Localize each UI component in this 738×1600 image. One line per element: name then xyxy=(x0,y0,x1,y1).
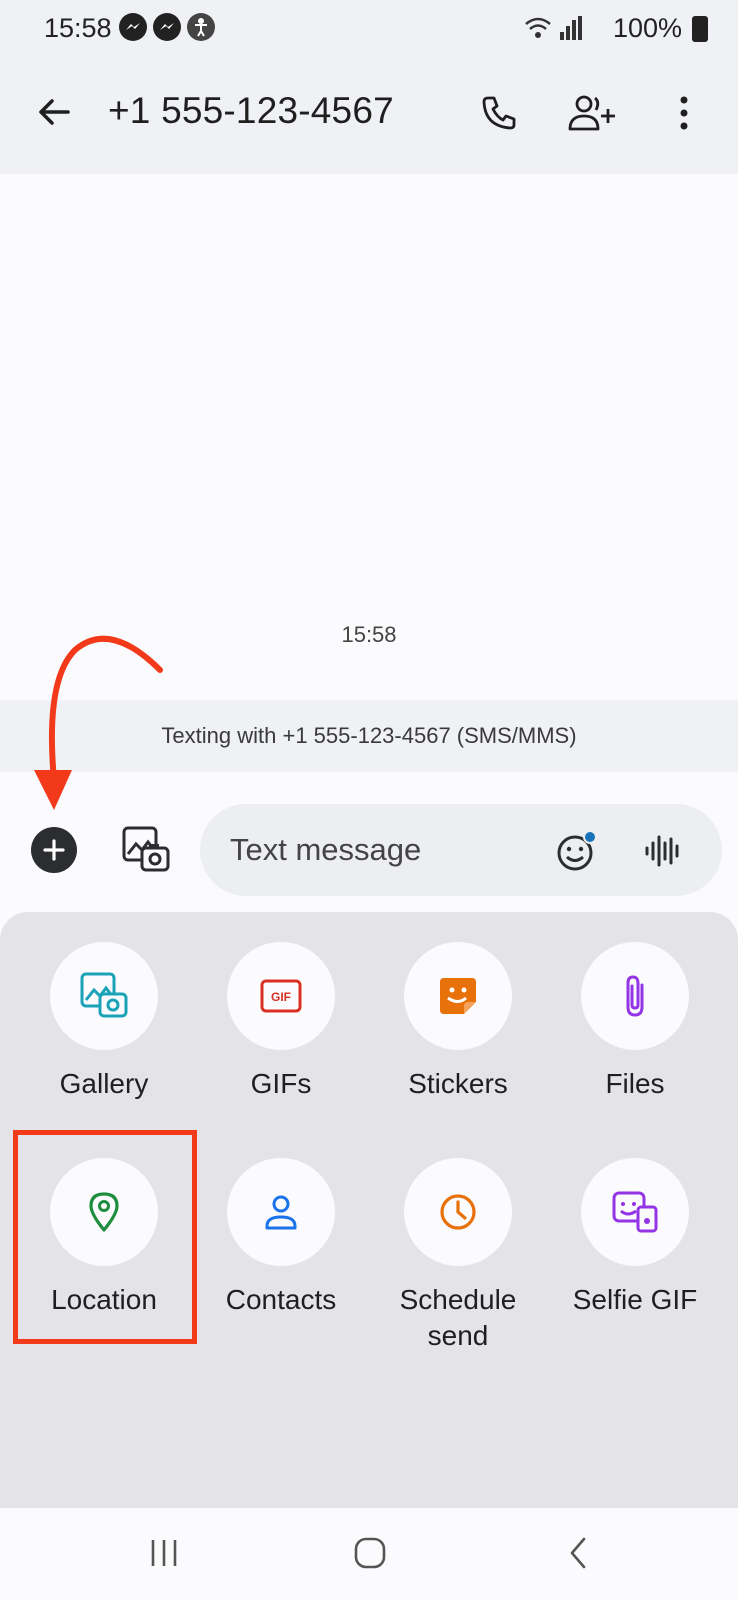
battery-percent: 100% xyxy=(612,13,682,43)
call-button[interactable] xyxy=(474,88,524,138)
nav-back-button[interactable] xyxy=(548,1528,608,1578)
attach-label: Contacts xyxy=(225,1284,337,1315)
gallery-camera-icon xyxy=(122,826,170,872)
attach-button[interactable] xyxy=(31,827,77,873)
gif-icon: GIF xyxy=(260,979,302,1013)
attach-label: Selfie GIF xyxy=(572,1284,698,1315)
attach-contacts[interactable]: Contacts xyxy=(193,1158,369,1318)
messenger-icon xyxy=(153,13,181,41)
message-input-container xyxy=(200,804,722,896)
battery-icon xyxy=(692,16,708,42)
attach-schedule-send[interactable]: Schedule send xyxy=(370,1158,546,1354)
attach-gifs[interactable]: GIF GIFs xyxy=(193,942,369,1102)
app-bar: +1 555-123-4567 xyxy=(0,60,738,174)
attach-label: Schedule send xyxy=(399,1284,517,1351)
annotation-highlight-box xyxy=(13,1130,197,1344)
status-bar: 15:58 100% xyxy=(0,0,738,60)
attach-stickers[interactable]: Stickers xyxy=(370,942,546,1102)
attach-schedule-circle xyxy=(404,1158,512,1266)
message-list[interactable]: 15:58 xyxy=(0,174,738,700)
selfie-gif-icon xyxy=(612,1191,658,1233)
attach-gifs-circle: GIF xyxy=(227,942,335,1050)
notification-icons xyxy=(118,12,216,42)
paperclip-icon xyxy=(626,975,644,1017)
attach-selfie-circle xyxy=(581,1158,689,1266)
add-person-icon xyxy=(568,95,615,131)
annotation-arrow xyxy=(34,635,163,810)
voice-icon xyxy=(645,835,679,867)
attach-contacts-circle xyxy=(227,1158,335,1266)
attach-gallery-circle xyxy=(50,942,158,1050)
recents-icon xyxy=(151,1540,177,1566)
sticker-icon xyxy=(440,978,476,1014)
add-contact-button[interactable] xyxy=(564,88,620,138)
add-circle-icon xyxy=(43,839,65,861)
phone-icon xyxy=(482,96,516,130)
more-vertical-icon xyxy=(680,96,688,130)
back-arrow-icon xyxy=(39,99,70,125)
message-input[interactable] xyxy=(230,804,530,896)
clock-icon xyxy=(440,1194,476,1230)
emoji-icon xyxy=(557,830,597,871)
system-nav-bar xyxy=(0,1508,738,1600)
attach-files-circle xyxy=(581,942,689,1050)
gallery-icon xyxy=(80,972,128,1018)
messenger-icon xyxy=(119,13,147,41)
attach-gallery[interactable]: Gallery xyxy=(16,942,192,1102)
gallery-camera-button[interactable] xyxy=(118,822,172,876)
status-time: 15:58 xyxy=(44,13,112,43)
attach-label: Files xyxy=(605,1068,665,1099)
home-button[interactable] xyxy=(340,1528,400,1578)
voice-message-button[interactable] xyxy=(640,828,686,874)
back-button[interactable] xyxy=(30,88,78,136)
attach-label: Gallery xyxy=(59,1068,149,1099)
recents-button[interactable] xyxy=(134,1528,194,1578)
accessibility-icon xyxy=(187,13,215,41)
wifi-signal-icon xyxy=(525,16,582,40)
emoji-button[interactable] xyxy=(554,828,600,874)
person-icon xyxy=(265,1195,297,1230)
attach-files[interactable]: Files xyxy=(547,942,723,1102)
attach-label: Stickers xyxy=(408,1068,508,1099)
more-options-button[interactable] xyxy=(664,88,704,138)
attach-label: GIFs xyxy=(250,1068,312,1099)
svg-text:GIF: GIF xyxy=(271,990,291,1004)
conversation-title: +1 555-123-4567 xyxy=(108,90,394,131)
attach-selfie-gif[interactable]: Selfie GIF xyxy=(547,1158,723,1318)
attach-stickers-circle xyxy=(404,942,512,1050)
back-icon xyxy=(570,1537,586,1569)
home-icon xyxy=(354,1537,386,1569)
